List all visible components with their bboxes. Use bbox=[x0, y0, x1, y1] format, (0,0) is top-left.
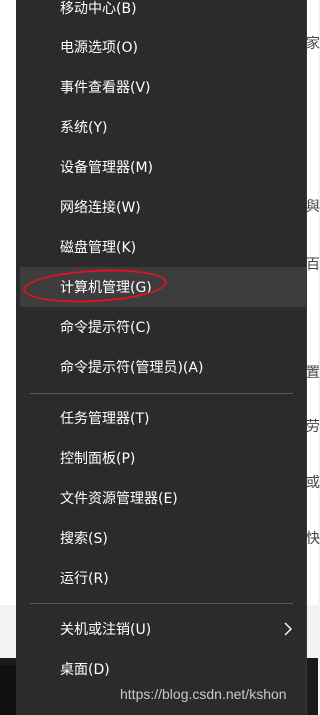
menu-item-label: 网络连接(W) bbox=[60, 200, 141, 216]
menu-item-mobility-center[interactable]: 移动中心(B) bbox=[16, 0, 306, 28]
chevron-right-icon bbox=[284, 622, 292, 636]
menu-item-label: 电源选项(O) bbox=[60, 40, 138, 56]
menu-item-label: 文件资源管理器(E) bbox=[60, 491, 178, 507]
menu-item-label: 运行(R) bbox=[60, 571, 109, 587]
menu-item-label: 命令提示符(C) bbox=[60, 320, 151, 336]
menu-item-device-manager[interactable]: 设备管理器(M) bbox=[16, 147, 306, 187]
menu-item-control-panel[interactable]: 控制面板(P) bbox=[16, 438, 306, 478]
winx-context-menu: 移动中心(B) 电源选项(O) 事件查看器(V) 系统(Y) 设备管理器(M) … bbox=[16, 0, 307, 715]
menu-item-label: 控制面板(P) bbox=[60, 451, 136, 467]
menu-item-shutdown-signout[interactable]: 关机或注销(U) bbox=[16, 609, 306, 649]
menu-item-task-manager[interactable]: 任务管理器(T) bbox=[16, 398, 306, 438]
menu-item-search[interactable]: 搜索(S) bbox=[16, 518, 306, 558]
watermark-text: https://blog.csdn.net/kshon bbox=[120, 686, 287, 702]
menu-item-label: 搜索(S) bbox=[60, 531, 108, 547]
menu-item-label: 磁盘管理(K) bbox=[60, 240, 137, 256]
menu-item-desktop[interactable]: 桌面(D) bbox=[16, 649, 306, 689]
menu-item-label: 命令提示符(管理员)(A) bbox=[60, 360, 204, 376]
menu-item-label: 移动中心(B) bbox=[60, 1, 137, 17]
background-text: 百 bbox=[306, 257, 320, 273]
menu-item-label: 关机或注销(U) bbox=[60, 622, 152, 638]
menu-item-run[interactable]: 运行(R) bbox=[16, 558, 306, 598]
menu-item-power-options[interactable]: 电源选项(O) bbox=[16, 27, 306, 67]
background-text: 家 bbox=[306, 36, 320, 52]
menu-item-label: 设备管理器(M) bbox=[60, 160, 154, 176]
menu-separator bbox=[30, 603, 293, 604]
menu-item-file-explorer[interactable]: 文件资源管理器(E) bbox=[16, 478, 306, 518]
background-text: 或 bbox=[306, 475, 320, 491]
menu-item-label: 系统(Y) bbox=[60, 120, 108, 136]
menu-item-system[interactable]: 系统(Y) bbox=[16, 107, 306, 147]
taskbar-start-area bbox=[0, 665, 16, 715]
menu-item-computer-management[interactable]: 计算机管理(G) bbox=[20, 266, 306, 307]
background-text: 快 bbox=[306, 531, 320, 547]
menu-item-disk-management[interactable]: 磁盘管理(K) bbox=[16, 227, 306, 267]
menu-separator bbox=[30, 393, 293, 394]
background-text: 與 bbox=[306, 199, 320, 215]
menu-item-label: 任务管理器(T) bbox=[60, 411, 150, 427]
menu-item-command-prompt-admin[interactable]: 命令提示符(管理员)(A) bbox=[16, 347, 306, 387]
background-text: 置 bbox=[306, 365, 320, 381]
menu-item-command-prompt[interactable]: 命令提示符(C) bbox=[16, 307, 306, 347]
menu-item-label: 计算机管理(G) bbox=[60, 280, 152, 296]
menu-item-event-viewer[interactable]: 事件查看器(V) bbox=[16, 67, 306, 107]
menu-item-label: 桌面(D) bbox=[60, 662, 110, 678]
menu-item-label: 事件查看器(V) bbox=[60, 80, 151, 96]
menu-item-network-connections[interactable]: 网络连接(W) bbox=[16, 187, 306, 227]
background-text: 劳 bbox=[306, 419, 320, 435]
